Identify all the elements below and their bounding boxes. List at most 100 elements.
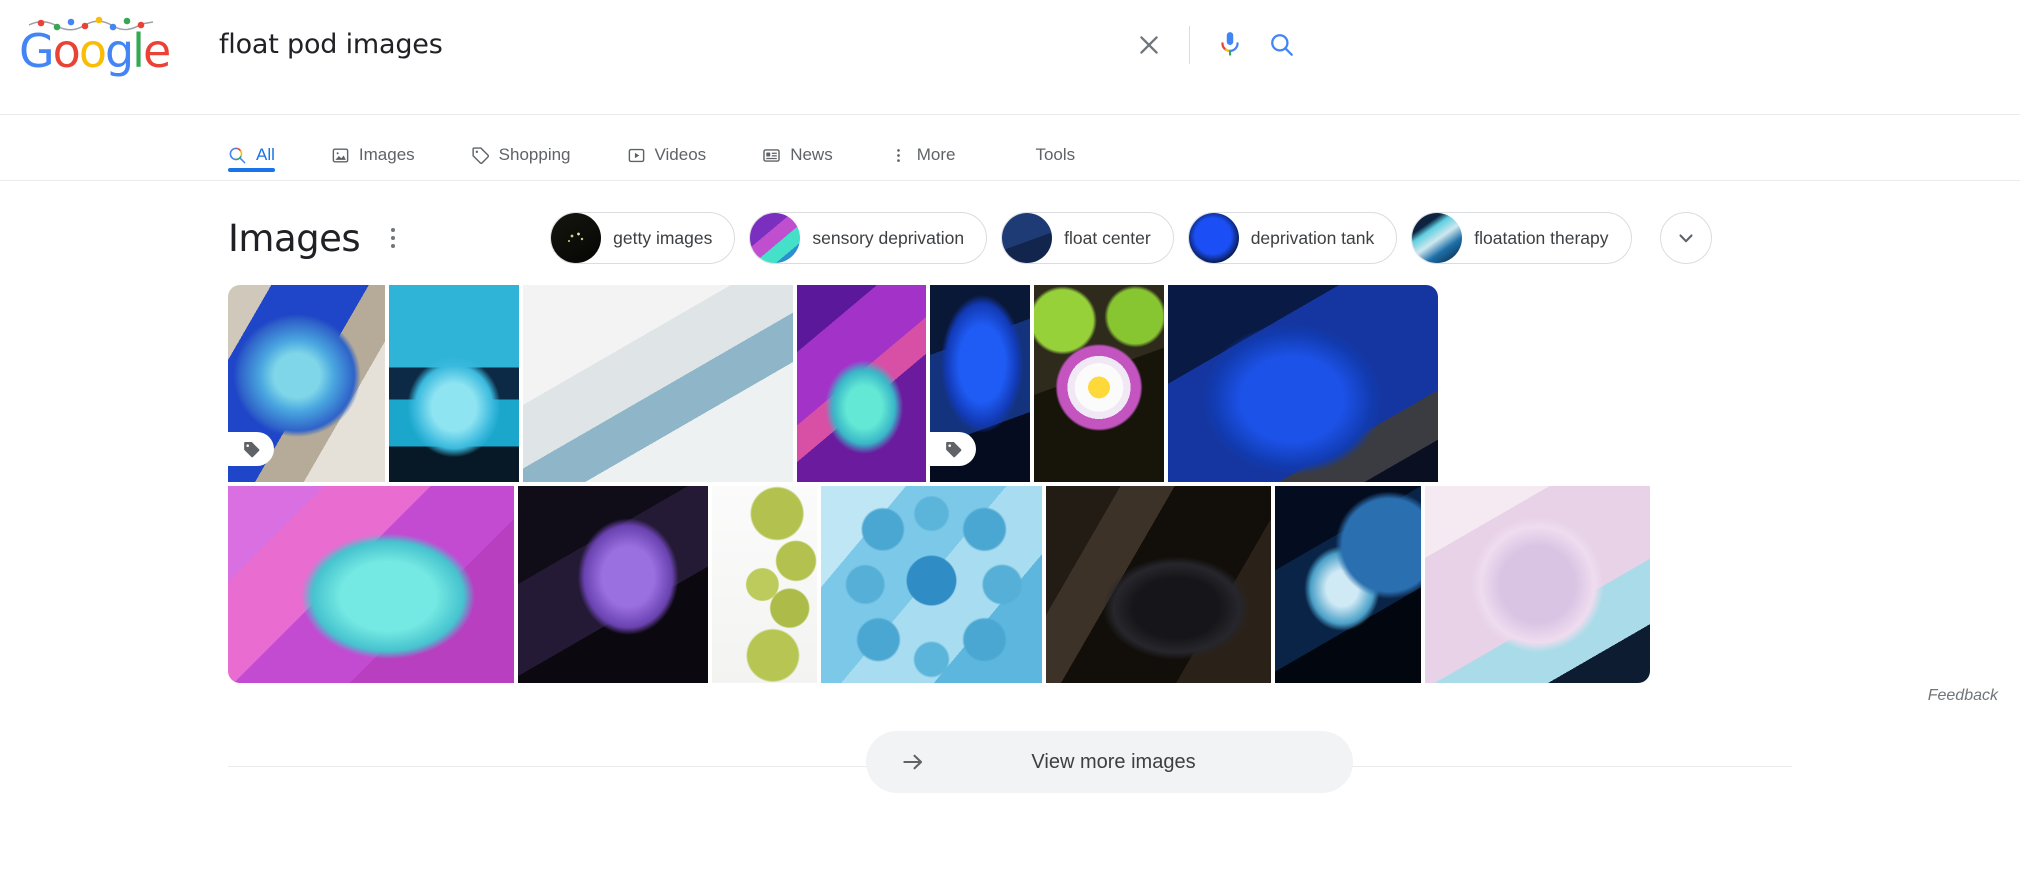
chip-thumbnail — [1002, 213, 1052, 263]
tab-all[interactable]: All — [228, 115, 275, 177]
image-result[interactable] — [518, 486, 708, 683]
image-result[interactable] — [797, 285, 926, 482]
chip-deprivation-tank[interactable]: deprivation tank — [1188, 212, 1398, 264]
chip-label: float center — [1064, 228, 1151, 249]
results-nav: All Images Shopping Videos — [0, 115, 2020, 181]
image-thumbnail — [1275, 486, 1421, 683]
clear-search-button[interactable] — [1123, 22, 1175, 68]
newspaper-icon — [762, 146, 781, 165]
chip-sensory-deprivation[interactable]: sensory deprivation — [749, 212, 987, 264]
search-icon — [1269, 32, 1295, 58]
google-logo[interactable]: Google — [19, 14, 164, 76]
more-vert-icon — [391, 236, 395, 240]
chip-getty-images[interactable]: getty images — [550, 212, 735, 264]
image-result[interactable] — [1168, 285, 1438, 482]
image-thumbnail — [821, 486, 1042, 683]
image-result[interactable] — [389, 285, 519, 482]
more-vert-icon — [391, 244, 395, 248]
tag-icon — [944, 440, 963, 459]
images-section-header: Images getty images sensory deprivation … — [228, 203, 2020, 273]
tab-tools[interactable]: Tools — [1035, 115, 1075, 177]
view-more-images-label: View more images — [908, 751, 1319, 774]
microphone-icon — [1217, 31, 1243, 59]
chip-thumbnail — [551, 213, 601, 263]
image-thumbnail — [1168, 285, 1438, 482]
image-result[interactable] — [1046, 486, 1271, 683]
tab-videos[interactable]: Videos — [627, 115, 707, 177]
image-thumbnail — [389, 285, 519, 482]
voice-search-button[interactable] — [1204, 22, 1256, 68]
image-result[interactable] — [930, 285, 1030, 482]
image-grid-row — [228, 486, 2020, 683]
tab-more[interactable]: More — [889, 115, 956, 177]
tab-images-label: Images — [359, 145, 415, 165]
chip-label: floatation therapy — [1474, 228, 1608, 249]
tab-news[interactable]: News — [762, 115, 833, 177]
chip-label: getty images — [613, 228, 712, 249]
chip-label: sensory deprivation — [812, 228, 964, 249]
google-logo-wordmark: Google — [19, 28, 169, 74]
about-this-result-button[interactable] — [380, 218, 406, 258]
logo-letter-o1: o — [53, 28, 79, 74]
image-grid-row — [228, 285, 2020, 482]
chevron-down-icon — [1674, 226, 1698, 250]
tab-images[interactable]: Images — [331, 115, 415, 177]
search-colored-icon — [228, 146, 247, 165]
page-title: Images — [228, 217, 360, 260]
chip-floatation-therapy[interactable]: floatation therapy — [1411, 212, 1631, 264]
chip-thumbnail — [1189, 213, 1239, 263]
search-bar: float pod images — [219, 18, 2020, 70]
product-badge[interactable] — [228, 432, 274, 466]
tab-videos-label: Videos — [655, 145, 707, 165]
close-icon — [1136, 32, 1162, 58]
logo-letter-g1: G — [19, 28, 53, 74]
search-input[interactable]: float pod images — [219, 29, 1019, 60]
image-result[interactable] — [1034, 285, 1164, 482]
logo-letter-e: e — [143, 28, 169, 74]
page-header: Google float pod images — [0, 0, 2020, 115]
logo-letter-g2: g — [105, 28, 132, 74]
search-submit-button[interactable] — [1256, 22, 1308, 68]
image-result[interactable] — [712, 486, 817, 683]
image-result[interactable] — [228, 486, 514, 683]
logo-letter-l: l — [132, 28, 143, 74]
view-more-images-button[interactable]: View more images — [866, 731, 1353, 793]
tab-news-label: News — [790, 145, 833, 165]
tag-icon — [242, 440, 261, 459]
image-thumbnail — [518, 486, 708, 683]
image-result[interactable] — [228, 285, 385, 482]
tab-all-label: All — [256, 145, 275, 165]
chip-label: deprivation tank — [1251, 228, 1375, 249]
more-vert-icon — [889, 146, 908, 165]
image-results-grid — [0, 285, 2020, 683]
play-box-icon — [627, 146, 646, 165]
expand-filters-button[interactable] — [1660, 212, 1712, 264]
feedback-link[interactable]: Feedback — [1928, 687, 1998, 704]
image-result[interactable] — [821, 486, 1042, 683]
related-search-chips: getty images sensory deprivation float c… — [550, 212, 1711, 264]
more-vert-icon — [391, 228, 395, 232]
image-thumbnail — [712, 486, 817, 683]
tab-shopping[interactable]: Shopping — [471, 115, 571, 177]
image-thumbnail — [1046, 486, 1271, 683]
chip-thumbnail — [750, 213, 800, 263]
image-result[interactable] — [1425, 486, 1650, 683]
product-badge[interactable] — [930, 432, 976, 466]
image-result[interactable] — [523, 285, 793, 482]
tag-icon — [471, 146, 490, 165]
view-more-section: View more images — [0, 731, 2020, 801]
image-thumbnail — [1034, 285, 1164, 482]
images-section: Images getty images sensory deprivation … — [0, 181, 2020, 273]
chip-float-center[interactable]: float center — [1001, 212, 1174, 264]
search-divider — [1189, 26, 1190, 64]
search-actions — [1123, 22, 1308, 68]
image-thumbnail — [797, 285, 926, 482]
tab-shopping-label: Shopping — [499, 145, 571, 165]
active-tab-underline — [228, 168, 275, 172]
image-result[interactable] — [1275, 486, 1421, 683]
image-icon — [331, 146, 350, 165]
feedback-row: Feedback — [0, 687, 2020, 717]
image-thumbnail — [228, 486, 514, 683]
chip-thumbnail — [1412, 213, 1462, 263]
tab-more-label: More — [917, 145, 956, 165]
